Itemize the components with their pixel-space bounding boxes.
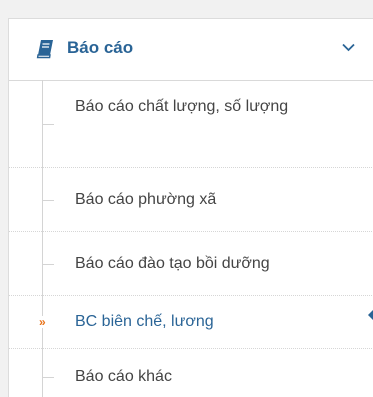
menu-item-bc-bien-che-luong[interactable]: » BC biên chế, lương bbox=[9, 296, 373, 349]
menu-item-label: Báo cáo đào tạo bồi dưỡng bbox=[75, 255, 270, 272]
menu-item-label: Báo cáo chất lượng, số lượng bbox=[75, 98, 289, 115]
book-icon bbox=[36, 40, 53, 59]
tree-branch bbox=[43, 200, 54, 201]
menu-header-label: Báo cáo bbox=[67, 38, 134, 57]
tree-branch bbox=[43, 264, 54, 265]
active-pointer-icon bbox=[368, 309, 373, 321]
menu-item-bao-cao-dao-tao[interactable]: Báo cáo đào tạo bồi dưỡng bbox=[9, 232, 373, 296]
active-marker-icon: » bbox=[39, 315, 46, 329]
menu-item-bao-cao-khac[interactable]: Báo cáo khác bbox=[9, 349, 373, 397]
menu-item-label: Báo cáo khác bbox=[75, 368, 172, 385]
tree-branch bbox=[43, 124, 54, 125]
menu-item-label: Báo cáo phường xã bbox=[75, 191, 217, 208]
menu-header-bao-cao[interactable]: Báo cáo bbox=[9, 19, 373, 81]
menu-item-bao-cao-chat-luong[interactable]: Báo cáo chất lượng, số lượng bbox=[9, 80, 373, 168]
menu-item-bao-cao-phuong-xa[interactable]: Báo cáo phường xã bbox=[9, 168, 373, 232]
sidebar-menu: Báo cáo Báo cáo chất lượng, số lượng Báo… bbox=[8, 18, 373, 397]
chevron-down-icon[interactable] bbox=[342, 43, 355, 52]
tree-branch bbox=[43, 377, 54, 378]
menu-item-label: BC biên chế, lương bbox=[75, 313, 214, 330]
